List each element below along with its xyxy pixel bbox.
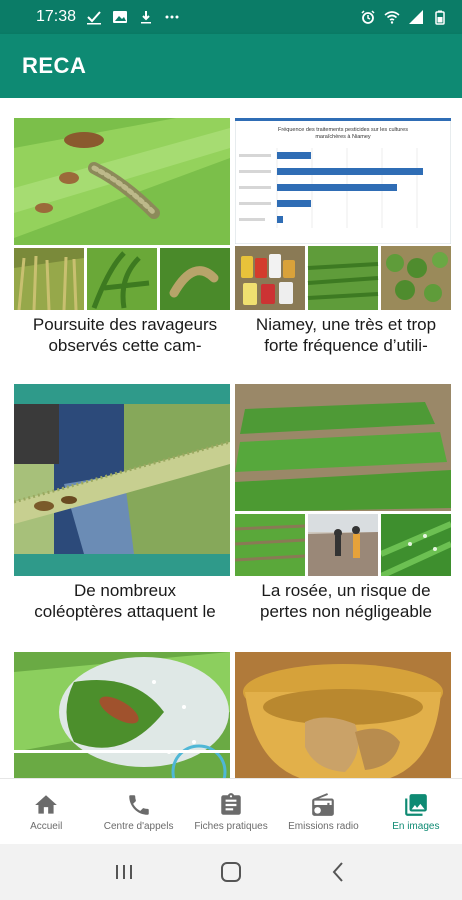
articles-grid[interactable]: Poursuite des ravageurs observés cette c… <box>0 98 462 778</box>
alarm-icon <box>361 10 375 24</box>
app-bar: RECA <box>0 34 462 98</box>
nav-item-en-images[interactable]: En images <box>370 779 462 844</box>
nav-label: Fiches pratiques <box>194 820 268 832</box>
nav-item-fiches-pratiques[interactable]: Fiches pratiques <box>185 779 277 844</box>
status-right <box>360 9 448 25</box>
home-icon <box>35 794 58 814</box>
article-title[interactable]: La rosée, un risque de pertes non néglig… <box>235 580 457 622</box>
nav-label: Centre d'appels <box>103 820 174 832</box>
article-title-line2: coléoptères attaquent le <box>34 602 216 621</box>
back-chevron-icon <box>332 862 344 882</box>
article-card[interactable] <box>14 652 234 778</box>
article-title-line2: observés cette cam- <box>48 336 202 355</box>
article-title[interactable]: Niamey, une très et trop forte fréquence… <box>235 314 457 356</box>
gallery-icon <box>404 793 427 816</box>
article-title-line1: De nombreux <box>73 581 177 600</box>
article-image <box>235 384 451 576</box>
article-image <box>14 652 230 778</box>
article-card[interactable]: De nombreux coléoptères attaquent le <box>14 384 234 622</box>
phone-icon <box>128 794 149 815</box>
nav-label: En images <box>392 820 440 832</box>
nav-item-centre-appels[interactable]: Centre d'appels <box>92 779 184 844</box>
rice-nursery-photo <box>235 384 451 576</box>
home-square-icon <box>220 862 241 882</box>
nav-label: Accueil <box>30 820 63 832</box>
download-icon <box>141 11 152 24</box>
caterpillar-leaf-photo <box>14 118 230 310</box>
nav-label: Emissions radio <box>288 820 359 832</box>
battery-icon <box>435 10 445 25</box>
article-title-line2: forte fréquence d’utili- <box>264 336 428 355</box>
article-title-line1: Poursuite des ravageurs <box>32 315 218 334</box>
nav-item-accueil[interactable]: Accueil <box>0 779 92 844</box>
app-title: RECA <box>22 53 87 78</box>
status-left: 17:38 <box>36 8 180 26</box>
article-title[interactable]: De nombreux coléoptères attaquent le <box>14 580 236 622</box>
article-title-line1: La rosée, un risque de <box>261 581 431 600</box>
chart-title-line2: maraîchères à Niamey <box>315 134 371 140</box>
storage-bag-photo <box>235 652 451 778</box>
check-icon <box>87 11 102 25</box>
millet-beetle-photo <box>14 384 230 576</box>
bottom-navigation: Accueil Centre d'appels Fiches pratiques… <box>0 778 462 844</box>
article-card[interactable]: La rosée, un risque de pertes non néglig… <box>235 384 455 622</box>
image-icon <box>113 11 128 23</box>
status-time: 17:38 <box>36 8 77 25</box>
pesticide-chart-photo: Fréquence des traitements pesticides sur… <box>235 118 451 310</box>
article-title-line1: Niamey, une très et trop <box>255 315 437 334</box>
recent-apps-button[interactable] <box>110 858 138 886</box>
article-image <box>235 652 451 778</box>
more-dots-icon <box>165 15 179 19</box>
article-image: Fréquence des traitements pesticides sur… <box>235 118 451 310</box>
article-title[interactable]: Poursuite des ravageurs observés cette c… <box>14 314 236 356</box>
insect-leaf-photo <box>14 652 230 778</box>
article-image <box>14 118 230 310</box>
article-card[interactable]: Poursuite des ravageurs observés cette c… <box>14 118 234 356</box>
article-card[interactable] <box>235 652 455 778</box>
system-navigation-bar <box>0 844 462 900</box>
recent-apps-icon <box>115 865 132 879</box>
chart-title-line1: Fréquence des traitements pesticides sur… <box>278 127 408 133</box>
home-button[interactable] <box>217 858 245 886</box>
article-card[interactable]: Fréquence des traitements pesticides sur… <box>235 118 455 356</box>
clipboard-icon <box>221 792 241 815</box>
article-title-line2: pertes non négligeable <box>259 602 433 621</box>
status-bar: 17:38 <box>0 0 462 34</box>
wifi-icon <box>384 11 400 24</box>
back-button[interactable] <box>324 858 352 886</box>
signal-icon <box>409 10 423 24</box>
nav-item-emissions-radio[interactable]: Emissions radio <box>277 779 369 844</box>
radio-icon <box>312 792 335 816</box>
article-image <box>14 384 230 576</box>
